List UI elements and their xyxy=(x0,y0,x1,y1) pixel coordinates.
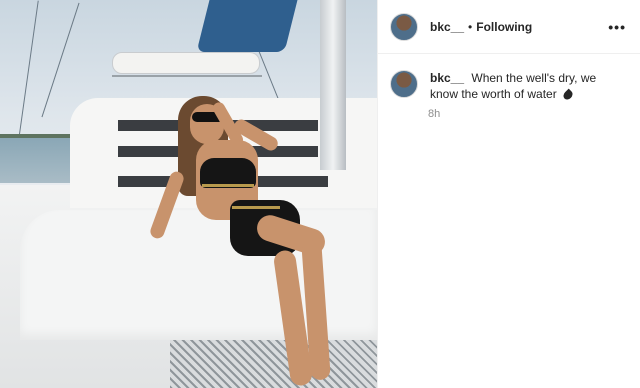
water-drop-icon xyxy=(561,88,575,102)
caption: bkc__ When the well's dry, we know the w… xyxy=(430,70,626,102)
sea xyxy=(0,138,70,183)
following-button[interactable]: Following xyxy=(476,20,532,34)
post-header: bkc__ • Following ••• xyxy=(378,0,640,54)
bikini-trim xyxy=(232,206,280,209)
post-sidebar: bkc__ • Following ••• bkc__ When the wel… xyxy=(377,0,640,388)
boat-rail xyxy=(112,75,262,77)
rigging-line xyxy=(18,0,39,140)
rigging-line xyxy=(41,2,80,118)
mast xyxy=(320,0,346,170)
boat-roof xyxy=(112,52,260,74)
separator-dot: • xyxy=(468,19,473,34)
post-modal: bkc__ • Following ••• bkc__ When the wel… xyxy=(0,0,640,388)
more-options-icon[interactable]: ••• xyxy=(608,19,626,35)
post-photo[interactable] xyxy=(0,0,377,388)
header-text: bkc__ • Following xyxy=(430,20,608,34)
bikini-trim xyxy=(202,184,254,187)
caption-row: bkc__ When the well's dry, we know the w… xyxy=(378,54,640,102)
trampoline-net xyxy=(170,340,377,388)
caption-username-link[interactable]: bkc__ xyxy=(430,71,464,85)
avatar[interactable] xyxy=(390,70,418,98)
sail xyxy=(196,0,298,52)
username-link[interactable]: bkc__ xyxy=(430,20,464,34)
post-timestamp[interactable]: 8h xyxy=(428,108,640,120)
avatar[interactable] xyxy=(390,12,418,41)
